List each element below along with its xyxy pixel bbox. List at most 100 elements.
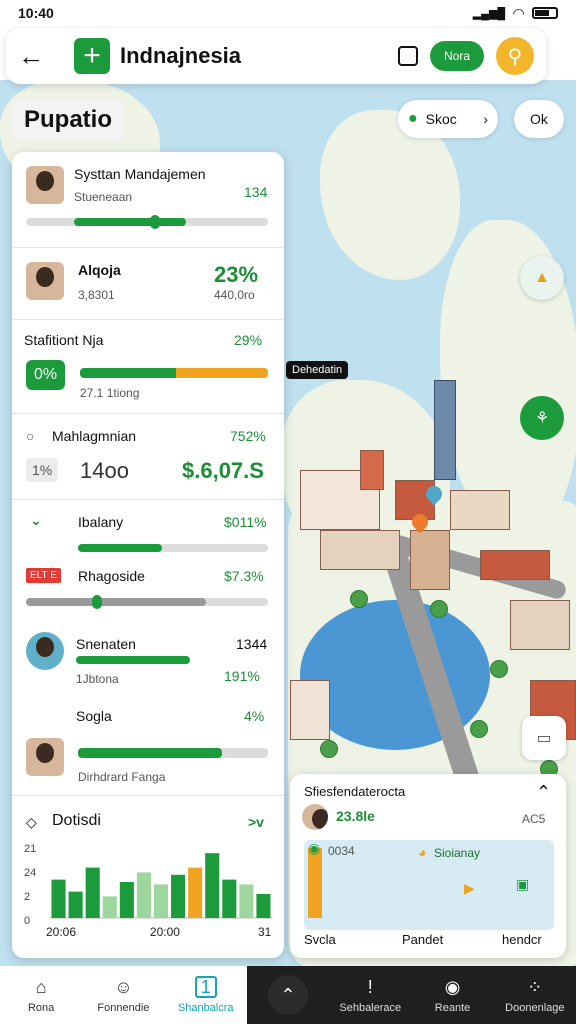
item-total: $.6,07.S xyxy=(182,458,264,483)
card-title: Sfiesfendaterocta xyxy=(304,784,406,799)
info-icon: ! xyxy=(367,976,373,997)
item-title: Alqoja xyxy=(78,262,121,278)
search-icon: ○ xyxy=(26,428,35,444)
item-subtitle: Dirhdrard Fanga xyxy=(78,770,166,784)
nav-item-home[interactable]: ⌂ Rona xyxy=(0,966,83,1024)
card-footer-center[interactable]: Pandet xyxy=(402,932,443,947)
progress-fill xyxy=(78,748,222,758)
progress-bar xyxy=(78,544,268,552)
item-title: Stafitiont Nja xyxy=(24,332,104,348)
chart-bar xyxy=(188,867,203,918)
progress-bar[interactable] xyxy=(26,215,268,229)
y-tick-label: 0 xyxy=(24,915,30,927)
battery-icon xyxy=(532,7,558,19)
collapse-icon[interactable]: ⌃ xyxy=(536,782,551,803)
scope-selector-button[interactable]: ● Skoc › xyxy=(398,100,498,138)
profile-avatar[interactable]: ⚲ xyxy=(496,37,534,75)
tree xyxy=(430,600,448,618)
location-card[interactable]: Sfiesfendaterocta ⌃ 23.8le AC5 ◉ 0034 ◕ … xyxy=(290,774,566,958)
chevron-left-icon[interactable]: ◇ xyxy=(26,814,37,831)
slider-handle[interactable] xyxy=(92,595,102,609)
avatar xyxy=(26,738,64,776)
chat-button[interactable]: ▭ xyxy=(522,716,566,760)
stats-button[interactable]: ⚘ xyxy=(520,396,564,440)
chart-bar xyxy=(68,891,83,918)
chart-bar xyxy=(136,872,151,918)
building xyxy=(480,550,550,580)
item-value: 134 xyxy=(244,184,268,200)
user-pill-button[interactable]: Nora xyxy=(429,41,484,71)
data-panel: Systtan Mandajemen Stueneaan 134 Alqoja … xyxy=(12,152,284,958)
chart-bar xyxy=(102,896,117,918)
camera-icon[interactable]: ▣ xyxy=(516,876,529,893)
card-value: 23.8le xyxy=(336,808,375,824)
item-value: $011% xyxy=(224,514,267,530)
item-title: Snenaten xyxy=(76,636,136,652)
chart-bar xyxy=(119,882,134,918)
chart-bar xyxy=(239,884,254,918)
list-item[interactable]: ○ Mahlagmnian 752% 1% 14oo $.6,07.S xyxy=(12,414,284,500)
mini-map[interactable]: ◉ 0034 ◕ Sioianay ▶ ▣ xyxy=(304,840,554,930)
people-icon: ☺ xyxy=(114,976,133,997)
mini-marker-b: ◕ xyxy=(418,844,427,860)
nav-label: Reante xyxy=(434,1002,471,1014)
play-icon[interactable]: ▶ xyxy=(464,880,475,897)
layers-button[interactable]: ▲ xyxy=(520,256,564,300)
item-sub-value: 191% xyxy=(224,668,260,684)
chart-bar xyxy=(205,853,220,918)
progress-bar[interactable] xyxy=(26,595,268,609)
item-value: 23% xyxy=(214,262,259,287)
item-sub-value: 440,0ro xyxy=(214,288,255,302)
building xyxy=(290,680,330,740)
wifi-icon: ◠ xyxy=(513,4,524,21)
list-item[interactable]: Sogla 4% Dirhdrard Fanga xyxy=(12,696,284,796)
avatar xyxy=(26,166,64,204)
building xyxy=(360,450,384,490)
y-tick-label: 24 xyxy=(24,867,36,879)
list-item[interactable]: ELT E Rhagoside $7.3% xyxy=(12,560,284,612)
chart-bar xyxy=(51,879,66,918)
nav-item-center[interactable]: ⌃ xyxy=(247,966,329,1024)
nav-label: Sehbalerace xyxy=(339,1002,402,1014)
nav-item-more[interactable]: ⁘ Doonenlage xyxy=(494,966,576,1024)
status-time: 10:40 xyxy=(18,5,54,21)
progress-fill xyxy=(76,656,190,664)
nav-item-tasks[interactable]: 1 Shanbalcra xyxy=(164,966,247,1024)
scope-label: Skoc xyxy=(425,111,457,127)
list-item[interactable]: Stafitiont Nja 29% 0% 27.1 1tiong xyxy=(12,320,284,414)
nav-item-info[interactable]: ! Sehbalerace xyxy=(329,966,411,1024)
app-header: ← + Indnajnesia Nora ⚲ xyxy=(6,28,546,84)
item-value: 752% xyxy=(230,428,266,444)
back-arrow-icon[interactable]: ← xyxy=(18,41,52,72)
split-progress-bar xyxy=(80,368,268,378)
record-icon[interactable] xyxy=(397,46,418,66)
progress-fill-green xyxy=(80,368,176,378)
chart-bar xyxy=(85,867,100,918)
nav-item-record[interactable]: ◉ Reante xyxy=(411,966,493,1024)
building xyxy=(450,490,510,530)
item-value: 4% xyxy=(244,708,265,724)
map-callout[interactable]: Dehedatin xyxy=(286,361,349,379)
app-title: Indnajnesia xyxy=(120,43,242,68)
slider-handle[interactable] xyxy=(150,215,160,229)
nav-label: Rona xyxy=(27,1002,55,1014)
list-item[interactable]: Systtan Mandajemen Stueneaan 134 xyxy=(12,152,284,248)
card-footer-right[interactable]: hendcr xyxy=(502,932,542,947)
list-item[interactable]: ⌄ Ibalany $011% xyxy=(12,500,284,560)
progress-bar xyxy=(78,748,268,758)
item-subtitle: Stueneaan xyxy=(74,190,133,204)
expand-button[interactable]: >v xyxy=(248,814,264,830)
chart-bar xyxy=(153,884,169,918)
progress-fill xyxy=(74,218,186,226)
list-item[interactable]: Snenaten 1344 1Jbtona 191% xyxy=(12,612,284,696)
tree xyxy=(350,590,368,608)
item-value: 1344 xyxy=(236,636,268,652)
card-footer-left[interactable]: Svcla xyxy=(304,932,336,947)
list-item[interactable]: Alqoja 3,8301 23% 440,0ro xyxy=(12,248,284,320)
ok-button[interactable]: Ok xyxy=(514,100,564,138)
nav-item-people[interactable]: ☺ Fonnendie xyxy=(82,966,165,1024)
nav-label: Shanbalcra xyxy=(177,1002,234,1014)
progress-bar xyxy=(76,656,190,664)
mini-marker-a: ◉ xyxy=(308,840,321,856)
item-subtitle: 1Jbtona xyxy=(76,672,119,686)
